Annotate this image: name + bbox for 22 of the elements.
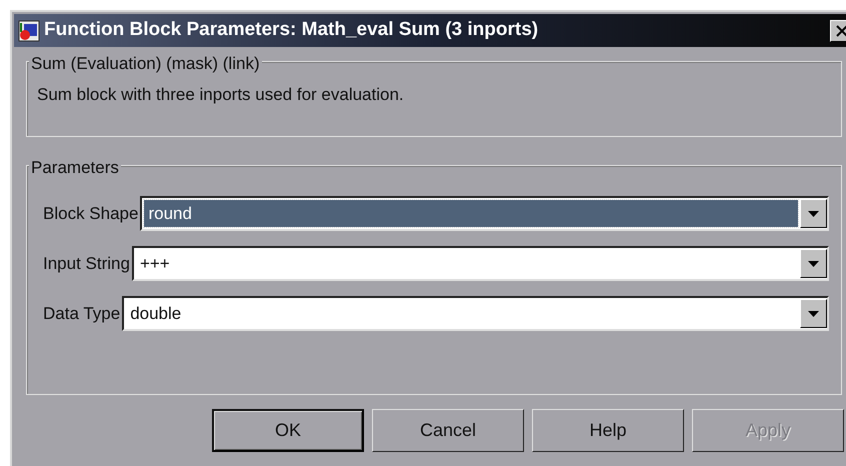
caret-icon <box>808 310 819 316</box>
dropdown-button[interactable] <box>800 199 827 228</box>
field-value: double <box>129 303 182 325</box>
caret-icon <box>808 260 819 266</box>
field-label: Data Type <box>43 302 120 325</box>
field-label: Block Shape <box>43 202 138 225</box>
field-value: round <box>144 200 798 227</box>
dropdown-field[interactable]: double <box>122 296 829 331</box>
close-icon <box>836 24 846 36</box>
dialog-button[interactable]: OK <box>212 409 364 452</box>
dropdown-field[interactable]: +++ <box>132 246 829 281</box>
block-diagram-icon <box>18 20 40 42</box>
dropdown-button[interactable] <box>800 249 827 278</box>
description-text: Sum block with three inports used for evaluation. <box>37 84 404 106</box>
caret-icon <box>808 210 819 216</box>
dropdown-field[interactable]: round <box>140 196 829 231</box>
dialog-button[interactable]: Help <box>532 409 684 452</box>
field-value: +++ <box>138 253 171 275</box>
window-title: Function Block Parameters: Math_eval Sum (3 inports) <box>44 18 538 42</box>
dialog-button[interactable]: Cancel <box>372 409 524 452</box>
dropdown-button[interactable] <box>800 299 827 328</box>
field-label: Input String <box>43 252 130 275</box>
